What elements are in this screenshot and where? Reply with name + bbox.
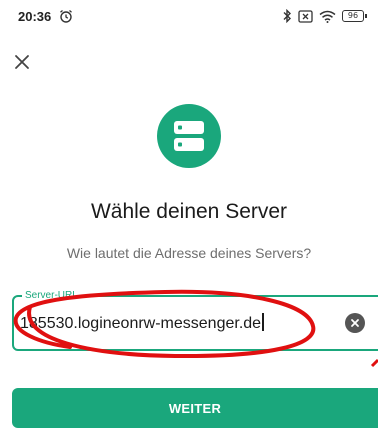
server-url-field[interactable]: Server-URL 185530.logineonrw-messenger.d…: [12, 289, 378, 351]
page-title: Wähle deinen Server: [90, 200, 288, 223]
server-url-label: Server-URL: [22, 289, 81, 302]
continue-button[interactable]: WEITER: [12, 388, 378, 428]
page-subtitle: Wie lautet die Adresse deines Servers?: [66, 245, 312, 261]
clear-icon[interactable]: [345, 313, 365, 333]
status-time: 20:36: [18, 9, 52, 24]
wifi-icon: [319, 10, 336, 23]
close-icon[interactable]: [10, 50, 34, 74]
bluetooth-icon: [283, 9, 291, 23]
sim-icon: [298, 9, 313, 23]
server-icon: [174, 121, 204, 151]
server-url-input[interactable]: 185530.logineonrw-messenger.de: [20, 313, 320, 333]
server-url-value: 185530.logineonrw-messenger.de: [20, 315, 262, 332]
text-caret: [262, 313, 264, 331]
status-icons: 96: [282, 9, 367, 23]
alarm-icon: [60, 10, 72, 23]
clear-x-glyph: [351, 319, 359, 327]
status-bar: 20:36 96: [0, 0, 378, 36]
battery-icon: 96: [342, 10, 367, 22]
server-logo: [157, 104, 221, 168]
